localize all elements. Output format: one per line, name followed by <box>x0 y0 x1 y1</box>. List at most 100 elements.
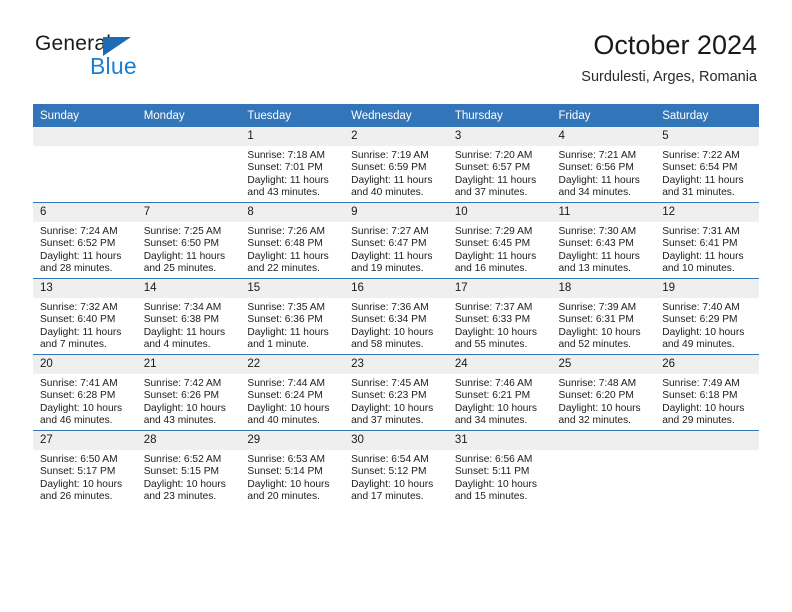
day-sun-info: Sunrise: 6:54 AM Sunset: 5:12 PM Daylight:… <box>344 450 448 504</box>
sunset-text: Sunset: 6:54 PM <box>662 162 738 174</box>
day-sun-info: Sunrise: 7:29 AM Sunset: 6:45 PM Daylight:… <box>448 222 552 276</box>
calendar-day-cell[interactable]: 7 Sunrise: 7:25 AM Sunset: 6:50 PM Daylight… <box>136 202 241 279</box>
sunrise-text: Sunrise: 7:36 AM <box>351 302 429 313</box>
day-number: 10 <box>447 203 552 222</box>
calendar-day-cell[interactable]: 26 Sunrise: 7:49 AM Sunset: 6:18 PM Dayligh… <box>655 354 759 431</box>
day-number: 25 <box>551 355 656 374</box>
sunrise-text: Sunrise: 7:27 AM <box>351 226 429 237</box>
day-sun-info: Sunrise: 7:26 AM Sunset: 6:48 PM Daylight:… <box>240 222 344 276</box>
calendar-grid: Sunday Monday Tuesday Wednesday Thursday… <box>33 104 759 506</box>
sunrise-text: Sunrise: 7:25 AM <box>143 226 222 237</box>
sunrise-text: Sunrise: 7:34 AM <box>143 302 222 313</box>
sunset-text: Sunset: 5:17 PM <box>40 466 116 478</box>
calendar-day-cell[interactable]: 8 Sunrise: 7:26 AM Sunset: 6:48 PM Daylight… <box>240 202 345 279</box>
calendar-day-cell[interactable]: 31 Sunrise: 6:56 AM Sunset: 5:11 PM Dayligh… <box>447 430 552 506</box>
calendar-day-cell[interactable]: 3 Sunrise: 7:20 AM Sunset: 6:57 PM Daylight… <box>447 127 552 203</box>
day-sun-info: Sunrise: 7:18 AM Sunset: 7:01 PM Daylight:… <box>240 146 344 200</box>
day-sun-info: Sunrise: 7:40 AM Sunset: 6:29 PM Daylight:… <box>655 298 759 352</box>
calendar-day-cell[interactable]: 10 Sunrise: 7:29 AM Sunset: 6:45 PM Dayligh… <box>447 202 552 279</box>
calendar-day-cell[interactable]: 30 Sunrise: 6:54 AM Sunset: 5:12 PM Dayligh… <box>344 430 448 506</box>
sunset-text: Sunset: 6:33 PM <box>454 314 531 326</box>
calendar-day-cell[interactable]: 9 Sunrise: 7:27 AM Sunset: 6:47 PM Daylight… <box>344 202 448 279</box>
calendar-day-cell[interactable]: 27 Sunrise: 6:50 AM Sunset: 5:17 PM Dayligh… <box>33 430 137 506</box>
day-number: 24 <box>447 355 552 374</box>
weekday-header-wednesday: Wednesday <box>344 104 448 127</box>
calendar-day-cell[interactable]: 24 Sunrise: 7:46 AM Sunset: 6:21 PM Dayligh… <box>447 354 552 431</box>
daylight-text: Daylight: 11 hours and 34 minutes. <box>558 174 640 199</box>
calendar-day-cell[interactable]: 29 Sunrise: 6:53 AM Sunset: 5:14 PM Dayligh… <box>240 430 345 506</box>
day-sun-info: Sunrise: 6:56 AM Sunset: 5:11 PM Daylight:… <box>448 450 552 504</box>
day-sun-info: Sunrise: 7:41 AM Sunset: 6:28 PM Daylight:… <box>33 374 137 428</box>
sunrise-text: Sunrise: 6:50 AM <box>40 454 118 465</box>
calendar-day-cell[interactable]: 4 Sunrise: 7:21 AM Sunset: 6:56 PM Daylight… <box>551 127 656 203</box>
calendar-day-cell[interactable]: 5 Sunrise: 7:22 AM Sunset: 6:54 PM Daylight… <box>655 127 759 203</box>
calendar-day-cell[interactable]: 19 Sunrise: 7:40 AM Sunset: 6:29 PM Dayligh… <box>655 278 759 355</box>
sunrise-text: Sunrise: 7:44 AM <box>247 378 325 389</box>
sunrise-text: Sunrise: 7:18 AM <box>247 150 325 161</box>
calendar-day-cell[interactable]: 6 Sunrise: 7:24 AM Sunset: 6:52 PM Daylight… <box>33 202 137 279</box>
sunset-text: Sunset: 6:38 PM <box>143 314 220 326</box>
calendar-day-cell[interactable]: 16 Sunrise: 7:36 AM Sunset: 6:34 PM Dayligh… <box>344 278 448 355</box>
calendar-day-cell[interactable]: 14 Sunrise: 7:34 AM Sunset: 6:38 PM Dayligh… <box>136 278 241 355</box>
daylight-text: Daylight: 10 hours and 55 minutes. <box>454 326 537 351</box>
sunrise-text: Sunrise: 6:56 AM <box>454 454 533 465</box>
calendar-day-cell[interactable]: 28 Sunrise: 6:52 AM Sunset: 5:15 PM Dayligh… <box>136 430 241 506</box>
page-header: General Blue October 2024 Surdulesti, Ar… <box>35 28 757 98</box>
day-sun-info: Sunrise: 7:25 AM Sunset: 6:50 PM Daylight:… <box>137 222 241 276</box>
daylight-text: Daylight: 10 hours and 43 minutes. <box>143 402 226 427</box>
daylight-text: Daylight: 10 hours and 20 minutes. <box>247 478 330 503</box>
calendar-day-cell[interactable]: 1 Sunrise: 7:18 AM Sunset: 7:01 PM Daylight… <box>240 127 345 203</box>
sunrise-text: Sunrise: 7:39 AM <box>558 302 637 313</box>
day-sun-info: Sunrise: 7:21 AM Sunset: 6:56 PM Daylight:… <box>552 146 656 200</box>
day-sun-info: Sunrise: 7:45 AM Sunset: 6:23 PM Daylight:… <box>344 374 448 428</box>
day-number: 17 <box>447 279 552 298</box>
day-number <box>551 431 656 450</box>
sunset-text: Sunset: 6:34 PM <box>351 314 427 326</box>
daylight-text: Daylight: 11 hours and 19 minutes. <box>351 250 433 275</box>
calendar-day-cell[interactable]: 22 Sunrise: 7:44 AM Sunset: 6:24 PM Dayligh… <box>240 354 345 431</box>
calendar-day-cell[interactable]: 13 Sunrise: 7:32 AM Sunset: 6:40 PM Dayligh… <box>33 278 137 355</box>
sunset-text: Sunset: 5:15 PM <box>143 466 220 478</box>
calendar-day-cell[interactable]: 2 Sunrise: 7:19 AM Sunset: 6:59 PM Daylight… <box>344 127 448 203</box>
day-number: 27 <box>33 431 137 450</box>
sunrise-text: Sunrise: 7:41 AM <box>40 378 118 389</box>
day-sun-info: Sunrise: 6:50 AM Sunset: 5:17 PM Daylight:… <box>33 450 137 504</box>
weekday-header-monday: Monday <box>136 104 241 127</box>
sunset-text: Sunset: 6:28 PM <box>40 390 116 402</box>
calendar-day-cell[interactable]: 17 Sunrise: 7:37 AM Sunset: 6:33 PM Dayligh… <box>447 278 552 355</box>
sunrise-text: Sunrise: 7:30 AM <box>558 226 637 237</box>
calendar-day-cell[interactable]: 21 Sunrise: 7:42 AM Sunset: 6:26 PM Dayligh… <box>136 354 241 431</box>
general-blue-logo[interactable]: General Blue <box>35 32 215 88</box>
calendar-cell-empty <box>551 430 656 506</box>
sunset-text: Sunset: 6:36 PM <box>247 314 323 326</box>
daylight-text: Daylight: 11 hours and 4 minutes. <box>143 326 226 351</box>
calendar-day-cell[interactable]: 15 Sunrise: 7:35 AM Sunset: 6:36 PM Dayligh… <box>240 278 345 355</box>
daylight-text: Daylight: 11 hours and 16 minutes. <box>454 250 537 275</box>
sunrise-text: Sunrise: 7:20 AM <box>454 150 533 161</box>
sunrise-text: Sunrise: 7:24 AM <box>40 226 118 237</box>
day-number: 31 <box>447 431 552 450</box>
daylight-text: Daylight: 11 hours and 43 minutes. <box>247 174 329 199</box>
day-number: 13 <box>33 279 137 298</box>
sunrise-text: Sunrise: 7:22 AM <box>662 150 740 161</box>
calendar-day-cell[interactable]: 11 Sunrise: 7:30 AM Sunset: 6:43 PM Dayligh… <box>551 202 656 279</box>
sunset-text: Sunset: 6:45 PM <box>454 238 531 250</box>
calendar-day-cell[interactable]: 25 Sunrise: 7:48 AM Sunset: 6:20 PM Dayligh… <box>551 354 656 431</box>
calendar-day-cell[interactable]: 23 Sunrise: 7:45 AM Sunset: 6:23 PM Dayligh… <box>344 354 448 431</box>
calendar-day-cell[interactable]: 12 Sunrise: 7:31 AM Sunset: 6:41 PM Dayligh… <box>655 202 759 279</box>
day-sun-info: Sunrise: 7:49 AM Sunset: 6:18 PM Daylight:… <box>655 374 759 428</box>
calendar-table: Sunday Monday Tuesday Wednesday Thursday… <box>33 104 759 506</box>
sunrise-text: Sunrise: 6:54 AM <box>351 454 429 465</box>
sunset-text: Sunset: 5:11 PM <box>454 466 530 478</box>
calendar-cell-empty <box>33 127 137 203</box>
daylight-text: Daylight: 11 hours and 31 minutes. <box>662 174 744 199</box>
calendar-cell-empty <box>136 127 241 203</box>
day-sun-info: Sunrise: 7:42 AM Sunset: 6:26 PM Daylight:… <box>137 374 241 428</box>
calendar-day-cell[interactable]: 18 Sunrise: 7:39 AM Sunset: 6:31 PM Dayligh… <box>551 278 656 355</box>
calendar-day-cell[interactable]: 20 Sunrise: 7:41 AM Sunset: 6:28 PM Dayligh… <box>33 354 137 431</box>
daylight-text: Daylight: 11 hours and 40 minutes. <box>351 174 433 199</box>
daylight-text: Daylight: 10 hours and 26 minutes. <box>40 478 123 503</box>
page-title: October 2024 <box>593 30 757 60</box>
calendar-week-row: 13 Sunrise: 7:32 AM Sunset: 6:40 PM Dayligh… <box>33 278 759 355</box>
sunset-text: Sunset: 6:41 PM <box>662 238 738 250</box>
